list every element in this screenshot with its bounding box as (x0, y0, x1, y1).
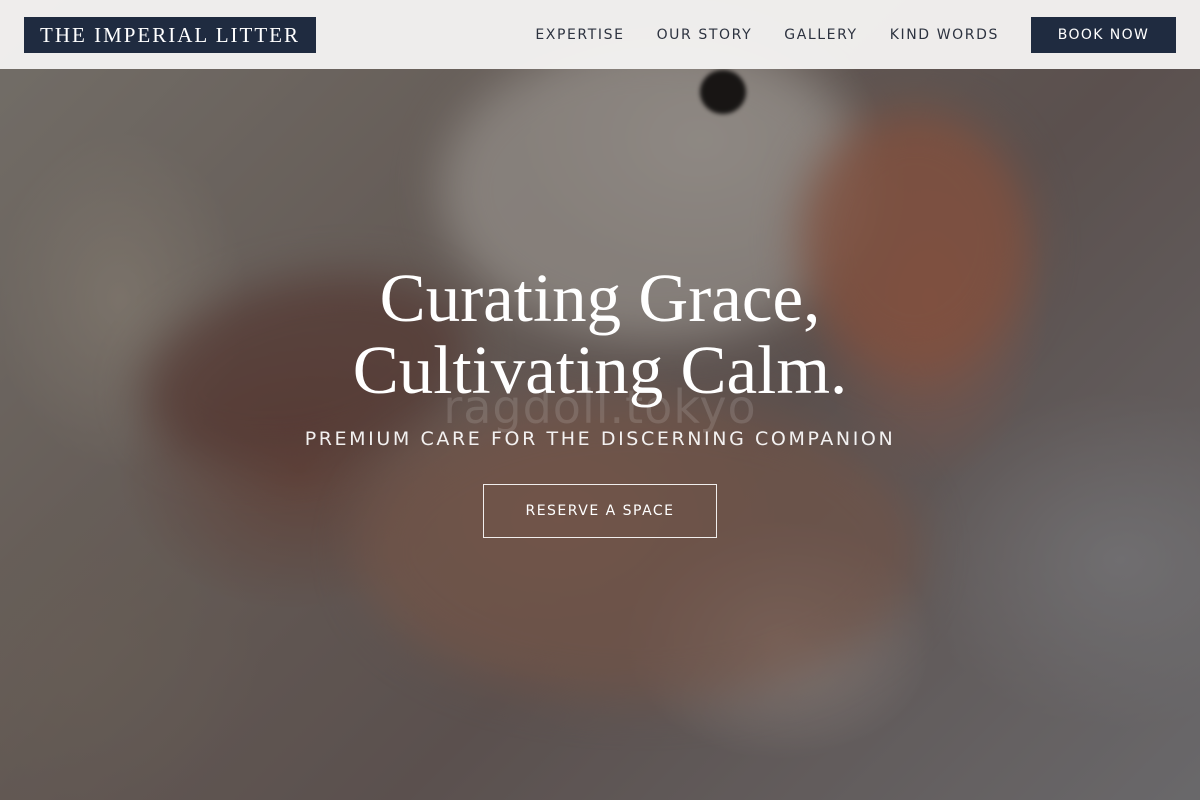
nav-link-expertise[interactable]: EXPERTISE (535, 27, 624, 43)
hero-subheadline: PREMIUM CARE FOR THE DISCERNING COMPANIO… (304, 428, 896, 450)
nav-link-our-story[interactable]: OUR STORY (657, 27, 753, 43)
main-nav: EXPERTISE OUR STORY GALLERY KIND WORDS B… (503, 16, 1176, 53)
reserve-space-button[interactable]: RESERVE A SPACE (483, 484, 717, 538)
brand-logo[interactable]: THE IMPERIAL LITTER (24, 16, 317, 53)
hero-headline-line-1: Curating Grace, (379, 260, 821, 336)
top-navigation-bar: THE IMPERIAL LITTER EXPERTISE OUR STORY … (0, 0, 1200, 69)
hero-content: Curating Grace, Cultivating Calm. PREMIU… (0, 262, 1200, 538)
nav-link-kind-words[interactable]: KIND WORDS (890, 27, 999, 43)
book-now-button[interactable]: BOOK NOW (1031, 16, 1176, 53)
hero-headline: Curating Grace, Cultivating Calm. (0, 262, 1200, 406)
hero-headline-line-2: Cultivating Calm. (352, 332, 848, 408)
nav-link-gallery[interactable]: GALLERY (784, 27, 857, 43)
